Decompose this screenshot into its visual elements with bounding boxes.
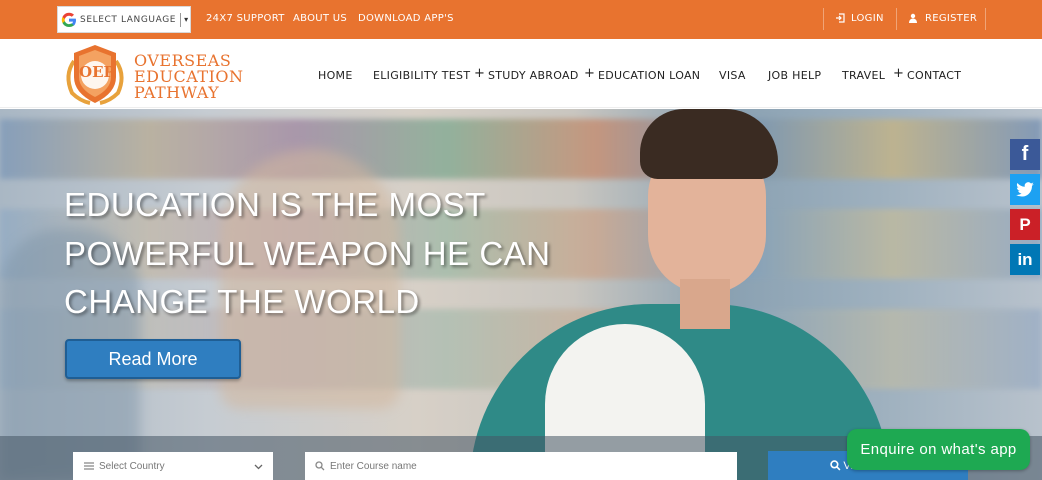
expand-plus-icon[interactable]: + [584, 66, 595, 81]
search-icon [315, 461, 325, 471]
pinterest-icon[interactable]: P [1010, 209, 1040, 240]
country-select-label: Select Country [99, 460, 165, 472]
top-divider [896, 8, 897, 30]
course-search-placeholder: Enter Course name [330, 460, 417, 472]
hero-headline-line-1: EDUCATION IS THE MOST [64, 186, 486, 223]
user-icon [909, 13, 917, 23]
support-link[interactable]: 24X7 SUPPORT [206, 13, 285, 24]
nav-home[interactable]: HOME [318, 69, 353, 82]
login-link[interactable]: LOGIN [851, 13, 884, 24]
nav-contact[interactable]: CONTACT [907, 69, 961, 82]
nav-visa[interactable]: VISA [719, 69, 746, 82]
nav-education-loan[interactable]: EDUCATION LOAN [598, 69, 700, 82]
chevron-down-icon: ▾ [184, 15, 189, 24]
course-search-input[interactable]: Enter Course name [305, 452, 737, 480]
read-more-button[interactable]: Read More [65, 339, 241, 379]
expand-plus-icon[interactable]: + [893, 66, 904, 81]
country-select[interactable]: Select Country [73, 452, 273, 480]
language-label: SELECT LANGUAGE [80, 14, 177, 25]
register-link[interactable]: REGISTER [925, 13, 977, 24]
linkedin-icon[interactable]: in [1010, 244, 1040, 275]
top-divider [985, 8, 986, 30]
hero-headline-line-3: CHANGE THE WORLD [64, 283, 420, 320]
nav-study-abroad[interactable]: STUDY ABROAD [488, 69, 579, 82]
student-hair-image [640, 109, 778, 179]
twitter-bird-icon [1016, 181, 1034, 197]
list-icon [84, 462, 94, 470]
twitter-icon[interactable] [1010, 174, 1040, 205]
logo-initials: OEP [79, 63, 115, 81]
search-icon [830, 460, 841, 471]
language-divider [180, 12, 182, 27]
chevron-down-icon [254, 464, 263, 470]
language-selector[interactable]: SELECT LANGUAGE ▾ [57, 6, 191, 33]
top-divider [823, 8, 824, 30]
about-us-link[interactable]: ABOUT US [293, 13, 347, 24]
nav-eligibility-test[interactable]: ELIGIBILITY TEST [373, 69, 470, 82]
student-neck-image [680, 279, 730, 329]
google-icon [61, 12, 76, 27]
nav-job-help[interactable]: JOB HELP [768, 69, 821, 82]
nav-travel[interactable]: TRAVEL [842, 69, 885, 82]
bookshelf-image [0, 119, 1042, 179]
download-apps-link[interactable]: DOWNLOAD APP'S [358, 13, 454, 24]
login-icon [836, 13, 845, 23]
whatsapp-enquire-button[interactable]: Enquire on what's app [847, 429, 1030, 470]
hero-headline-line-2: POWERFUL WEAPON HE CAN [64, 235, 551, 272]
facebook-icon[interactable]: f [1010, 139, 1040, 170]
logo-line-3: PATHWAY [134, 83, 220, 102]
expand-plus-icon[interactable]: + [474, 66, 485, 81]
